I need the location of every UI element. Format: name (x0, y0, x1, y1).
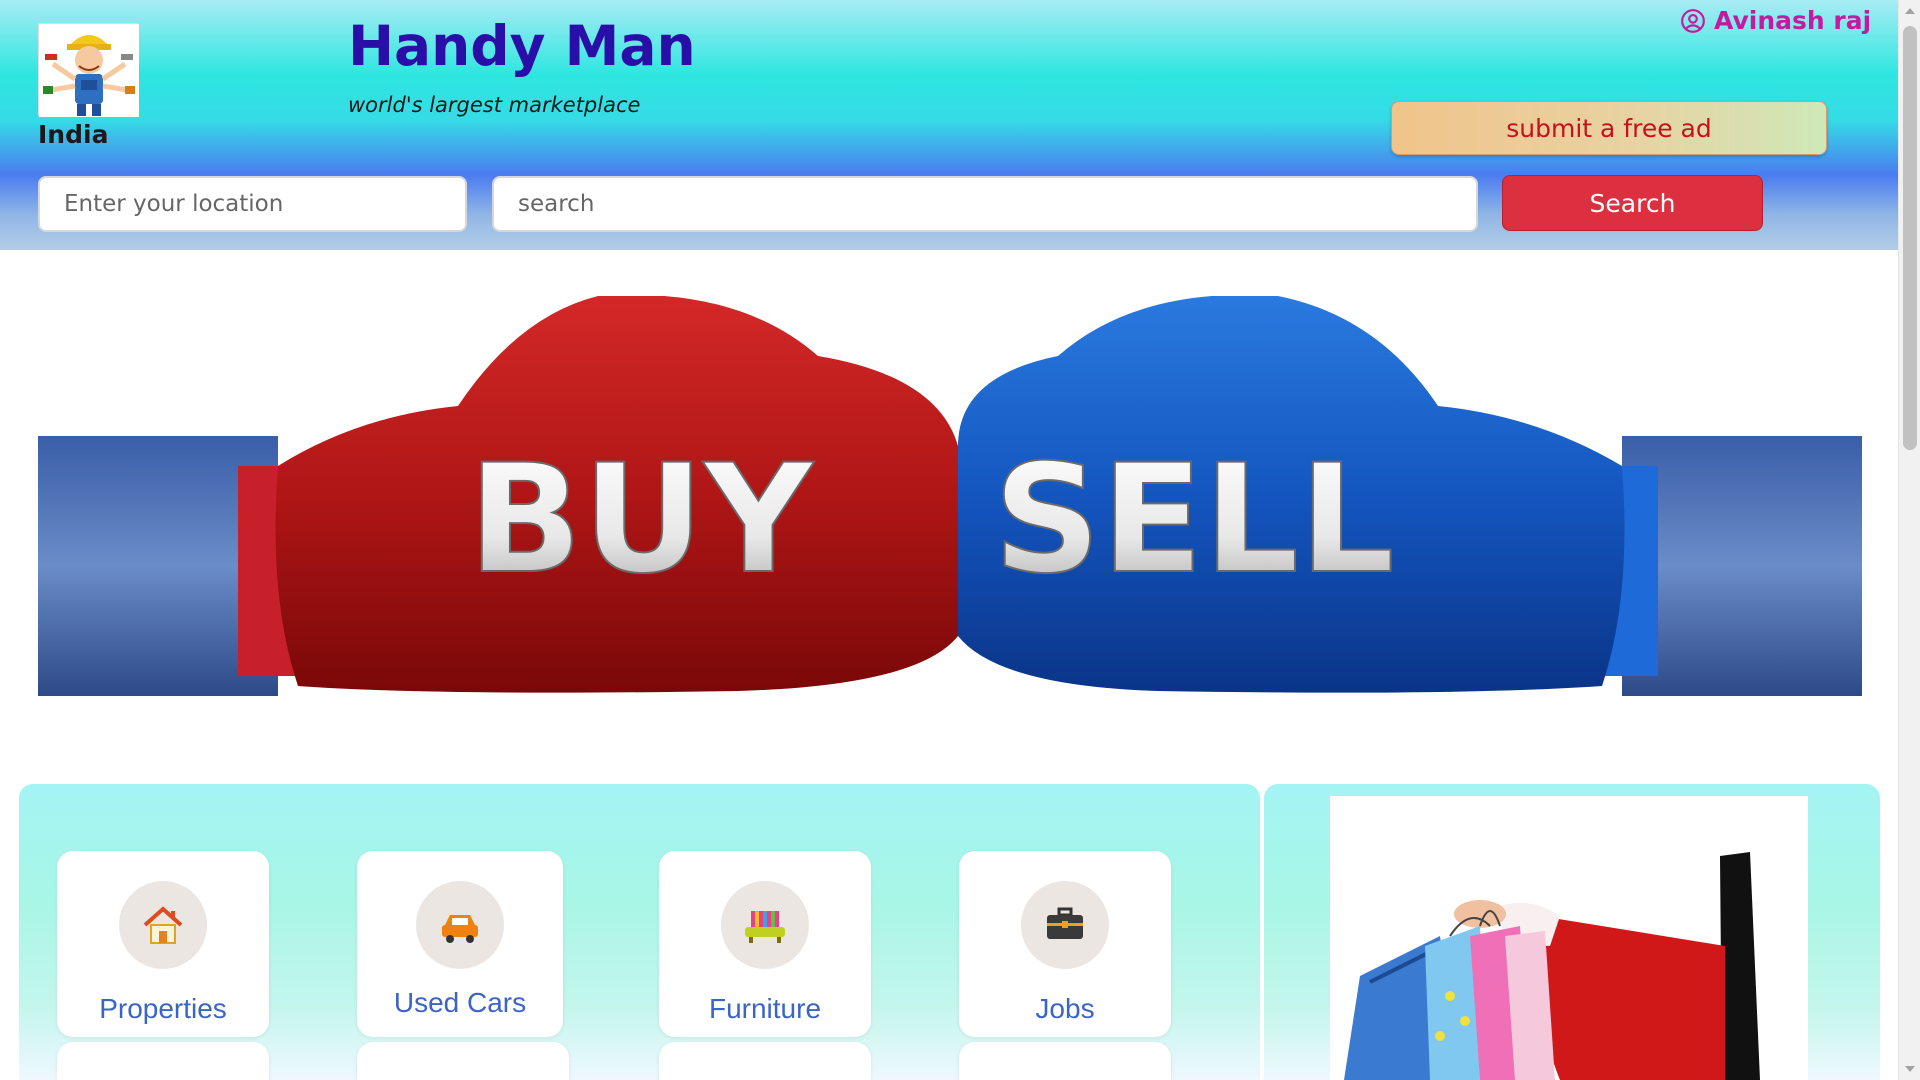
site-header: India Handy Man world's largest marketpl… (0, 0, 1898, 250)
submit-free-ad-button[interactable]: submit a free ad (1391, 101, 1827, 155)
page-scrollbar[interactable] (1898, 0, 1920, 1080)
category-card-used-cars[interactable]: Used Cars (357, 851, 563, 1037)
category-card-furniture[interactable]: Furniture (659, 851, 871, 1037)
scroll-up-icon[interactable] (1905, 8, 1915, 14)
categories-panel: Properties Used Cars Furniture Jobs (19, 784, 1260, 1080)
category-label: Jobs (1035, 993, 1095, 1024)
category-label: Used Cars (393, 987, 527, 1018)
category-card-jobs[interactable]: Jobs (959, 851, 1171, 1037)
site-tagline: world's largest marketplace (348, 93, 641, 117)
category-card-properties[interactable]: Properties (57, 851, 269, 1037)
scrollbar-thumb[interactable] (1903, 26, 1917, 450)
sofa-icon (721, 881, 809, 969)
buy-sell-banner: BUY SELL (38, 296, 1862, 696)
scroll-down-icon[interactable] (1905, 1066, 1915, 1072)
search-button[interactable]: Search (1502, 175, 1763, 231)
user-name: Avinash raj (1714, 6, 1872, 35)
house-icon (119, 881, 207, 969)
handyman-logo[interactable] (38, 23, 139, 117)
category-label: Furniture (708, 993, 822, 1024)
search-input[interactable] (492, 176, 1478, 232)
user-account-link[interactable]: Avinash raj (1680, 6, 1871, 35)
category-card[interactable] (57, 1042, 269, 1080)
site-title[interactable]: Handy Man (348, 14, 696, 78)
car-icon (416, 881, 504, 969)
user-circle-icon (1681, 8, 1705, 33)
location-input[interactable] (38, 176, 467, 232)
category-card[interactable] (959, 1042, 1171, 1080)
category-card[interactable] (357, 1042, 569, 1080)
shopping-bags-image (1330, 796, 1808, 1080)
briefcase-icon (1021, 881, 1109, 969)
country-label: India (38, 120, 109, 149)
banner-sell-text: SELL (993, 433, 1395, 607)
category-label: Properties (99, 993, 227, 1024)
promo-panel (1264, 784, 1880, 1080)
category-card[interactable] (659, 1042, 871, 1080)
banner-buy-text: BUY (468, 433, 815, 607)
